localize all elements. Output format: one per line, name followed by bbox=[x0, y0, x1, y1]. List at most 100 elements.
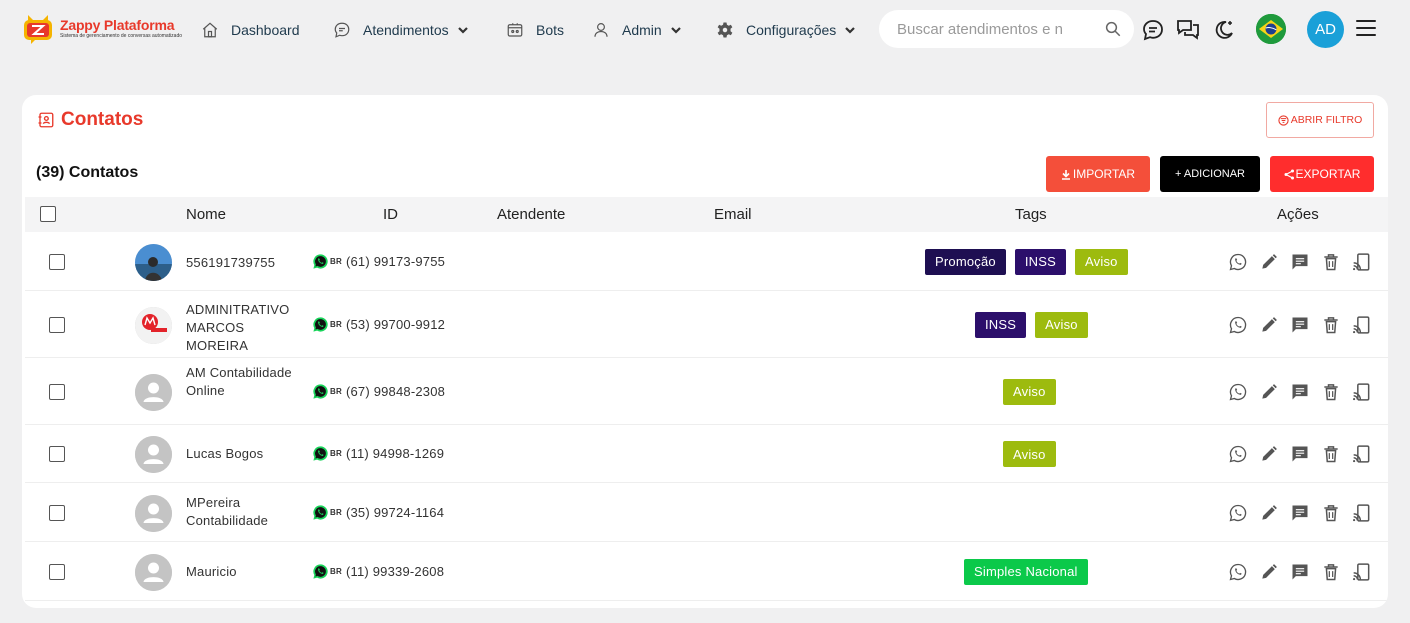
contact-id: BR (61) 99173-9755 bbox=[312, 253, 445, 270]
page-title-label: Contatos bbox=[61, 109, 144, 130]
row-checkbox[interactable] bbox=[49, 316, 65, 333]
column-header-email[interactable]: Email bbox=[714, 206, 752, 223]
row-action-whatsapp[interactable] bbox=[1228, 444, 1248, 464]
row-action-cast[interactable] bbox=[1352, 503, 1372, 523]
row-action-whatsapp[interactable] bbox=[1228, 562, 1248, 582]
whatsapp-icon bbox=[313, 253, 328, 269]
brand-title: Zappy Plataforma bbox=[60, 16, 175, 33]
row-action-edit[interactable] bbox=[1259, 315, 1279, 335]
contact-phone: (61) 99173-9755 bbox=[345, 253, 446, 269]
default-avatar-icon bbox=[135, 494, 172, 532]
row-checkbox[interactable] bbox=[49, 446, 65, 462]
row-checkbox[interactable] bbox=[49, 563, 65, 580]
row-action-cast[interactable] bbox=[1352, 382, 1372, 402]
hamburger-menu-icon[interactable] bbox=[1356, 20, 1376, 38]
table-row[interactable]: Lucas Bogos BR (11) 94998-1269 Aviso bbox=[25, 425, 1388, 483]
search-bar bbox=[879, 10, 1134, 48]
row-action-cast[interactable] bbox=[1352, 444, 1372, 464]
open-filter-button[interactable]: ABRIR FILTRO bbox=[1266, 102, 1374, 138]
row-action-trash[interactable] bbox=[1321, 252, 1341, 272]
moon-icon bbox=[1215, 21, 1233, 39]
row-checkbox[interactable] bbox=[49, 253, 65, 270]
nav-bots[interactable]: Bots bbox=[506, 18, 564, 42]
message-icon bbox=[1290, 505, 1310, 527]
import-button[interactable]: IMPORTAR bbox=[1046, 156, 1150, 192]
top-navbar: Zappy Plataforma Sistema de gerenciament… bbox=[0, 0, 1410, 60]
filter-circle-icon bbox=[1278, 114, 1289, 126]
forum-icon bbox=[1177, 20, 1199, 40]
nav-dashboard[interactable]: Dashboard bbox=[201, 18, 300, 42]
tag-badge[interactable]: Promoção bbox=[925, 248, 1006, 275]
whatsapp-icon bbox=[313, 446, 328, 461]
brand-logo[interactable]: Zappy Plataforma Sistema de gerenciament… bbox=[22, 11, 182, 45]
row-action-edit[interactable] bbox=[1259, 444, 1279, 464]
tag-badge[interactable]: Aviso bbox=[1075, 248, 1128, 275]
table-row[interactable]: MPereira Contabilidade BR (35) 99724-1164 bbox=[25, 483, 1388, 542]
cast-icon bbox=[1352, 562, 1372, 586]
column-header-id[interactable]: ID bbox=[383, 206, 398, 223]
nav-atendimentos[interactable]: Atendimentos bbox=[333, 18, 469, 42]
add-contact-button[interactable]: + ADICIONAR bbox=[1160, 156, 1260, 192]
row-action-whatsapp[interactable] bbox=[1228, 252, 1248, 272]
row-action-edit[interactable] bbox=[1259, 252, 1279, 272]
row-action-edit[interactable] bbox=[1259, 382, 1279, 402]
row-action-message[interactable] bbox=[1290, 315, 1310, 335]
row-actions bbox=[1228, 562, 1383, 582]
whatsapp-icon bbox=[1228, 316, 1248, 339]
tag-badge[interactable]: INSS bbox=[975, 311, 1027, 338]
nav-admin[interactable]: Admin bbox=[592, 18, 682, 42]
row-action-edit[interactable] bbox=[1259, 503, 1279, 523]
row-action-message[interactable] bbox=[1290, 382, 1310, 402]
row-action-whatsapp[interactable] bbox=[1228, 503, 1248, 523]
user-avatar[interactable]: AD bbox=[1307, 11, 1344, 48]
messages-button[interactable] bbox=[1140, 17, 1166, 43]
row-action-message[interactable] bbox=[1290, 444, 1310, 464]
row-action-message[interactable] bbox=[1290, 252, 1310, 272]
language-flag-brazil[interactable] bbox=[1256, 14, 1286, 44]
conversations-button[interactable] bbox=[1175, 17, 1201, 43]
select-all-checkbox[interactable] bbox=[40, 206, 56, 222]
nav-configuracoes[interactable]: Configurações bbox=[716, 18, 856, 42]
column-header-nome[interactable]: Nome bbox=[186, 206, 226, 223]
tag-badge[interactable]: Aviso bbox=[1003, 441, 1056, 467]
table-row[interactable]: ADMINITRATIVO MARCOS MOREIRA BR (53) 99700… bbox=[25, 291, 1388, 358]
export-button[interactable]: EXPORTAR bbox=[1270, 156, 1374, 192]
edit-icon bbox=[1259, 446, 1279, 468]
trash-icon bbox=[1321, 446, 1341, 468]
search-input[interactable] bbox=[897, 20, 1095, 38]
row-action-trash[interactable] bbox=[1321, 315, 1341, 335]
row-action-trash[interactable] bbox=[1321, 444, 1341, 464]
row-action-whatsapp[interactable] bbox=[1228, 315, 1248, 335]
row-action-edit[interactable] bbox=[1259, 562, 1279, 582]
avatar bbox=[135, 553, 172, 591]
row-action-cast[interactable] bbox=[1352, 252, 1372, 272]
row-checkbox[interactable] bbox=[49, 504, 65, 521]
contact-phone: (11) 99339-2608 bbox=[345, 563, 445, 579]
tag-badge[interactable]: Aviso bbox=[1035, 311, 1088, 338]
row-action-message[interactable] bbox=[1290, 503, 1310, 523]
row-actions bbox=[1228, 382, 1383, 402]
row-action-trash[interactable] bbox=[1321, 503, 1341, 523]
row-action-trash[interactable] bbox=[1321, 382, 1341, 402]
row-action-whatsapp[interactable] bbox=[1228, 382, 1248, 402]
tag-badge[interactable]: INSS bbox=[1014, 248, 1067, 275]
default-avatar-icon bbox=[135, 373, 172, 411]
table-row[interactable]: AM Contabilidade Online BR (67) 99848-2308… bbox=[25, 358, 1388, 425]
tag-badge[interactable]: Simples Nacional bbox=[964, 558, 1088, 585]
message-icon bbox=[1290, 317, 1310, 339]
row-action-cast[interactable] bbox=[1352, 315, 1372, 335]
contact-id: BR (11) 94998-1269 bbox=[312, 445, 444, 462]
row-action-message[interactable] bbox=[1290, 562, 1310, 582]
tags-cell: Aviso bbox=[1003, 378, 1065, 405]
row-action-trash[interactable] bbox=[1321, 562, 1341, 582]
row-action-cast[interactable] bbox=[1352, 562, 1372, 582]
column-header-tags: Tags bbox=[1015, 206, 1047, 223]
table-row[interactable]: Mauricio BR (11) 99339-2608 Simples Naciona… bbox=[25, 542, 1388, 601]
tag-badge[interactable]: Aviso bbox=[1003, 378, 1056, 405]
contact-name: Mauricio bbox=[186, 564, 237, 579]
search-icon[interactable] bbox=[1104, 20, 1122, 38]
theme-toggle-button[interactable] bbox=[1211, 17, 1237, 43]
table-row[interactable]: 556191739755 BR (61) 99173-9755 Promoção INS… bbox=[25, 232, 1388, 291]
column-header-atendente[interactable]: Atendente bbox=[497, 206, 565, 223]
row-checkbox[interactable] bbox=[49, 383, 65, 400]
